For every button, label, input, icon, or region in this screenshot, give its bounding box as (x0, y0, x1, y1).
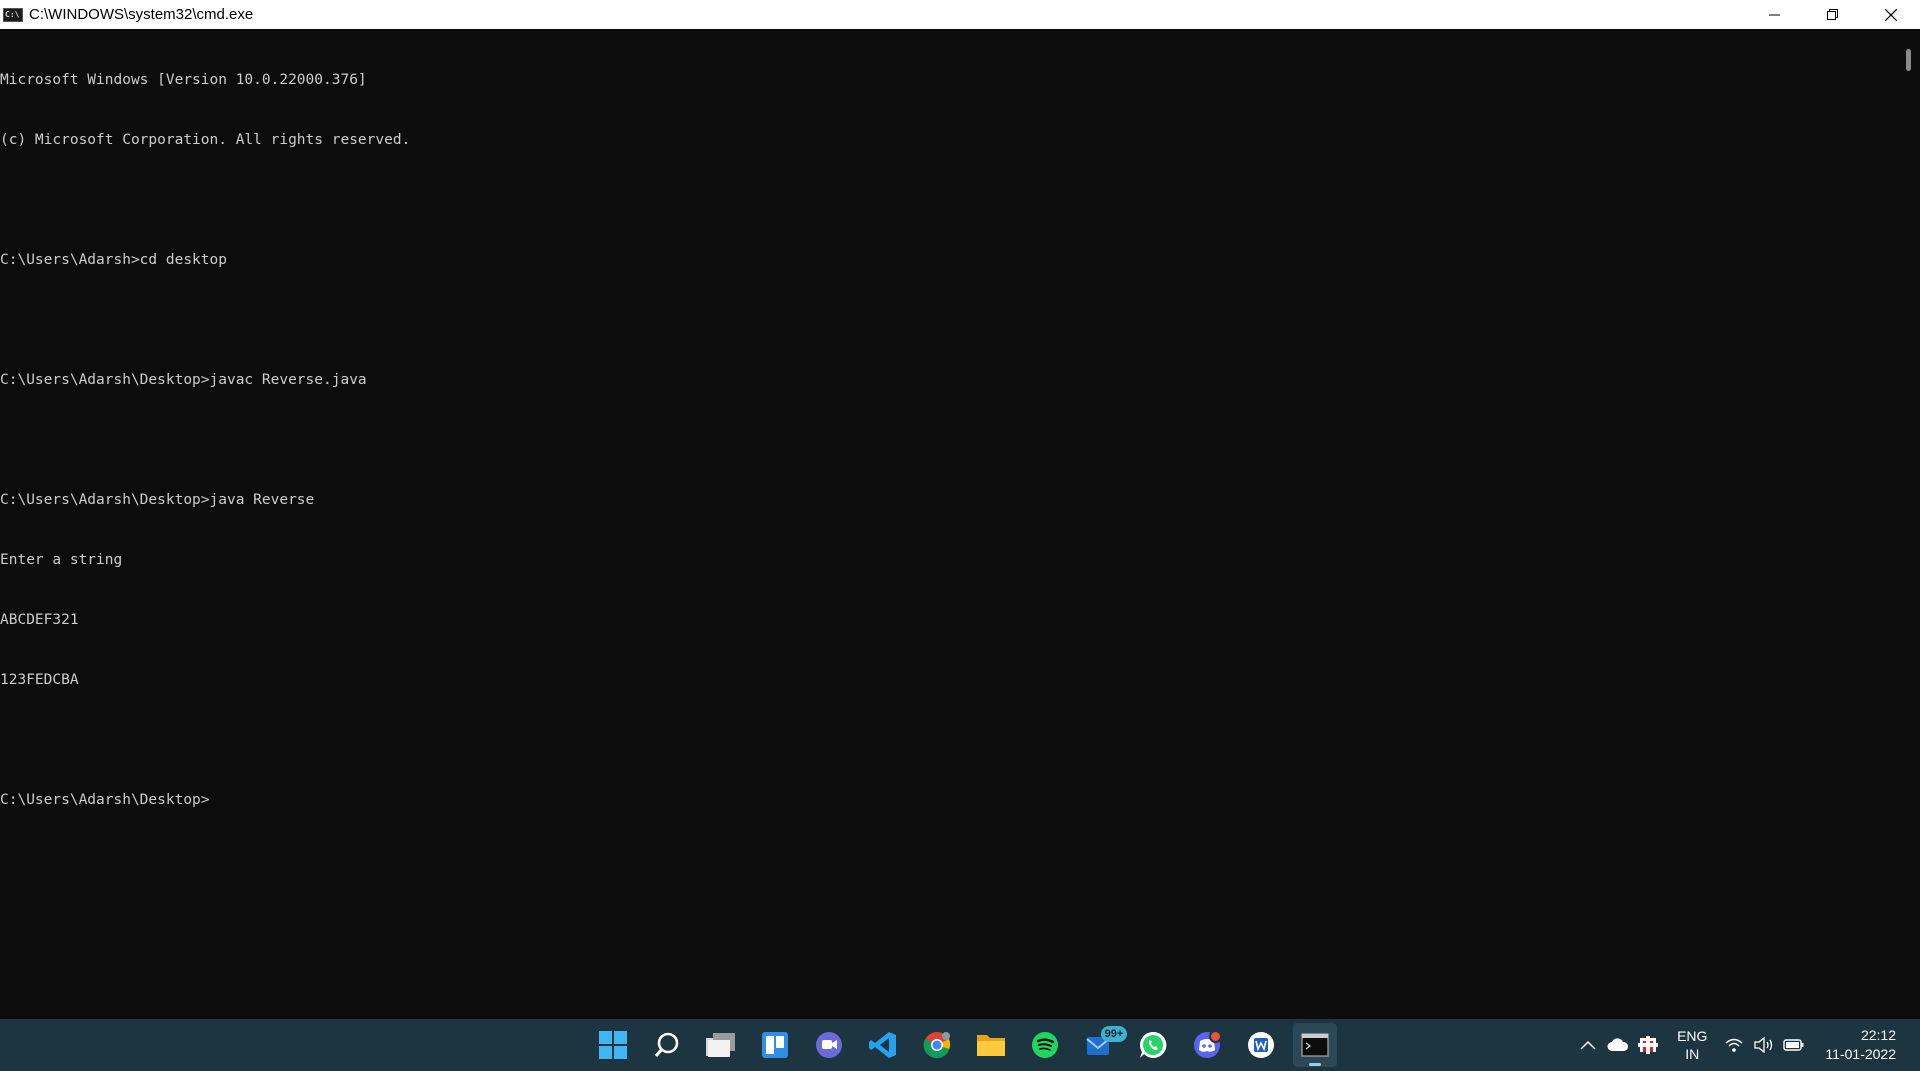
clock-time: 22:12 (1860, 1027, 1896, 1043)
battery-button[interactable] (1781, 1032, 1807, 1058)
terminal-icon (1301, 1033, 1329, 1057)
console-line: Enter a string (0, 552, 123, 568)
widgets-icon (762, 1032, 788, 1058)
console-prompt: C:\Users\Adarsh\Desktop> (0, 792, 210, 808)
scrollbar-thumb[interactable] (1906, 49, 1911, 71)
chevron-up-icon (1580, 1040, 1596, 1050)
restore-button[interactable] (1804, 0, 1862, 29)
notification-badge: 99+ (1101, 1026, 1127, 1042)
language-code: ENG (1677, 1028, 1708, 1044)
onedrive-button[interactable] (1605, 1032, 1631, 1058)
file-explorer-button[interactable] (969, 1023, 1013, 1067)
console-line: C:\Users\Adarsh\Desktop>java Reverse (0, 492, 315, 508)
minimize-icon (1769, 14, 1780, 15)
window-controls (1746, 0, 1920, 29)
security-tray-button[interactable] (1635, 1032, 1661, 1058)
terminal-button[interactable] (1293, 1023, 1337, 1067)
clock-date: 11-01-2022 (1825, 1046, 1896, 1062)
whatsapp-icon (1139, 1031, 1167, 1058)
console-line: 123FEDCBA (0, 672, 79, 688)
taskbar: 99+ ENG IN 22:12 11-01-2022 (0, 1019, 1920, 1071)
task-view-icon (706, 1033, 735, 1057)
wifi-icon (1725, 1038, 1743, 1052)
windows-start-icon (599, 1031, 627, 1059)
title-bar: C:\WINDOWS\system32\cmd.exe (0, 0, 1920, 29)
clock[interactable]: 22:12 11-01-2022 (1825, 1026, 1896, 1064)
show-hidden-icons-button[interactable] (1575, 1032, 1601, 1058)
task-view-button[interactable] (699, 1023, 743, 1067)
vscode-icon (869, 1032, 896, 1058)
close-icon (1885, 8, 1897, 21)
cloud-icon (1607, 1038, 1629, 1051)
console-output[interactable]: Microsoft Windows [Version 10.0.22000.37… (0, 29, 1898, 1020)
console-line: (c) Microsoft Corporation. All rights re… (0, 132, 411, 148)
antivirus-icon (1638, 1036, 1659, 1054)
keyboard-region: IN (1685, 1046, 1700, 1062)
spotify-icon (1032, 1032, 1058, 1058)
close-button[interactable] (1862, 0, 1920, 29)
discord-button[interactable] (1185, 1023, 1229, 1067)
battery-charging-icon (1783, 1039, 1804, 1051)
network-button[interactable] (1721, 1032, 1747, 1058)
console-line: C:\Users\Adarsh>cd desktop (0, 252, 227, 268)
vscode-button[interactable] (861, 1023, 905, 1067)
search-button[interactable] (645, 1023, 689, 1067)
teams-chat-icon (816, 1032, 842, 1058)
word-app-icon (1248, 1032, 1274, 1058)
console-line: ABCDEF321 (0, 612, 79, 628)
start-button[interactable] (591, 1023, 635, 1067)
whatsapp-button[interactable] (1131, 1023, 1175, 1067)
speaker-icon (1754, 1037, 1773, 1053)
widgets-button[interactable] (753, 1023, 797, 1067)
mail-button[interactable]: 99+ (1077, 1023, 1127, 1067)
search-icon (654, 1032, 679, 1057)
minimize-button[interactable] (1746, 0, 1804, 29)
system-tray: ENG IN 22:12 11-01-2022 (1573, 1019, 1920, 1071)
restore-icon (1827, 8, 1838, 20)
vertical-scrollbar[interactable] (1898, 29, 1920, 1019)
word-app-button[interactable] (1239, 1023, 1283, 1067)
console-line: Microsoft Windows [Version 10.0.22000.37… (0, 72, 367, 88)
input-language-indicator[interactable]: ENG IN (1677, 1027, 1707, 1063)
console-line: C:\Users\Adarsh\Desktop>javac Reverse.ja… (0, 372, 367, 388)
spotify-button[interactable] (1023, 1023, 1067, 1067)
volume-button[interactable] (1751, 1032, 1777, 1058)
teams-chat-button[interactable] (807, 1023, 851, 1067)
window-title: C:\WINDOWS\system32\cmd.exe (29, 6, 254, 23)
taskbar-apps: 99+ (586, 1019, 1342, 1071)
cmd-app-icon (3, 7, 23, 22)
chrome-icon (923, 1032, 951, 1059)
notification-dot (1209, 1030, 1222, 1043)
file-explorer-icon (977, 1035, 1005, 1056)
chrome-button[interactable] (915, 1023, 959, 1067)
